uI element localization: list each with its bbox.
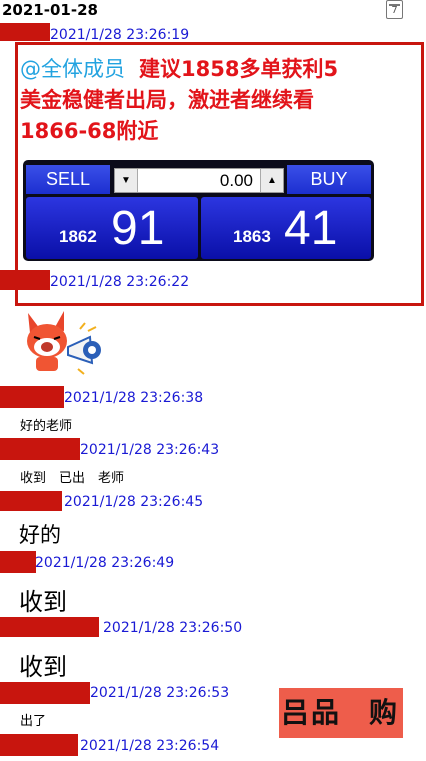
message-text: 收到	[19, 588, 67, 616]
watermark-right-text: 购	[368, 696, 399, 729]
redacted-sender-name	[0, 734, 78, 756]
bid-price-pips: 91	[111, 202, 165, 255]
message-timestamp: 2021/1/28 23:26:53	[90, 685, 230, 701]
message-text: 出了	[20, 714, 47, 729]
ask-price-base: 1863	[233, 227, 271, 246]
quantity-stepper[interactable]: ▼ 0.00 ▲	[114, 168, 284, 193]
redacted-sender-name	[0, 491, 62, 511]
message-text: 好的	[19, 523, 61, 547]
announcement-line-3: 1866-68附近	[20, 119, 159, 143]
announcement-line-1: 建议1858多单获利5	[139, 57, 339, 81]
message-timestamp: 2021/1/28 23:26:50	[103, 620, 243, 636]
increase-arrow-icon[interactable]: ▲	[260, 169, 283, 192]
trade-widget: SELL ▼ 0.00 ▲ BUY 1862 91 1863 41	[23, 160, 374, 261]
bid-price-base: 1862	[59, 227, 97, 246]
decrease-arrow-icon[interactable]: ▼	[115, 169, 138, 192]
message-timestamp: 2021/1/28 23:26:54	[80, 738, 220, 754]
buy-button[interactable]: BUY	[287, 165, 371, 194]
ask-price-panel[interactable]: 1863 41	[201, 197, 371, 259]
calendar-icon[interactable]: 7	[386, 0, 403, 19]
ask-price-pips: 41	[284, 202, 338, 255]
redacted-sender-name	[0, 551, 36, 573]
sell-button[interactable]: SELL	[26, 165, 110, 194]
redacted-sender-name	[0, 617, 99, 637]
mention-all-members[interactable]: @全体成员	[20, 57, 125, 81]
message-timestamp: 2021/1/28 23:26:45	[64, 494, 204, 510]
announcement-line-2: 美金稳健者出局，激进者继续看	[20, 88, 314, 112]
message-text: 好的老师	[20, 419, 73, 434]
message-text: 收到	[19, 653, 67, 681]
date-header: 2021-01-28	[2, 1, 98, 19]
redacted-sender-name	[0, 682, 90, 704]
message-timestamp: 2021/1/28 23:26:49	[35, 555, 175, 571]
redacted-sender-name	[0, 438, 80, 460]
message-timestamp: 2021/1/28 23:26:38	[64, 390, 204, 406]
announcement-text: @全体成员 建议1858多单获利5 美金稳健者出局，激进者继续看 1866-68附…	[20, 54, 422, 147]
fox-megaphone-sticker	[27, 311, 101, 375]
message-text: 收到 已出 老师	[20, 471, 125, 486]
redacted-sender-name	[0, 23, 50, 41]
redacted-sender-name	[0, 386, 64, 408]
watermark-left-text: 吕品	[281, 696, 342, 729]
message-timestamp: 2021/1/28 23:26:43	[80, 442, 220, 458]
redacted-sender-name	[0, 270, 50, 290]
message-timestamp: 2021/1/28 23:26:22	[50, 274, 190, 290]
bid-price-panel[interactable]: 1862 91	[26, 197, 198, 259]
quantity-value[interactable]: 0.00	[220, 169, 253, 192]
message-timestamp: 2021/1/28 23:26:19	[50, 27, 190, 43]
watermark-overlay: 吕品 购	[279, 688, 403, 738]
